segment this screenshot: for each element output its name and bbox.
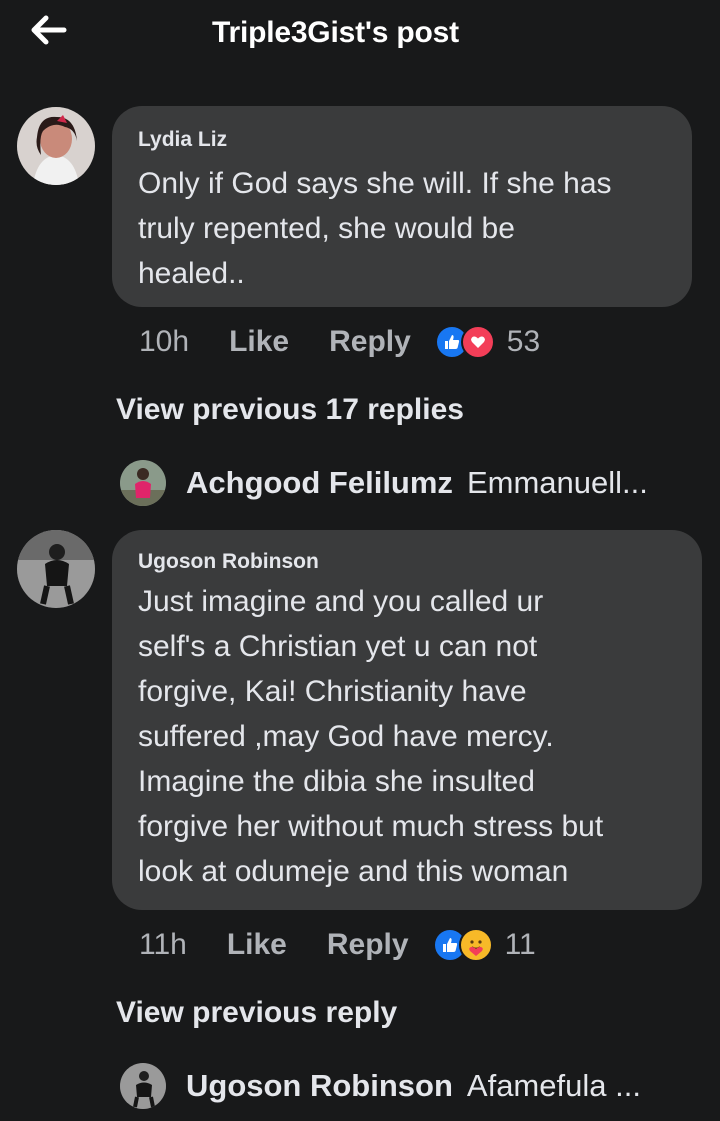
like-button[interactable]: Like [227, 928, 287, 962]
care-icon [458, 928, 493, 962]
reactions[interactable]: 53 [434, 325, 541, 359]
comment-bubble[interactable]: Lydia Liz Only if God says she will. If … [112, 106, 692, 307]
comment-author[interactable]: Ugoson Robinson [138, 550, 319, 574]
view-previous-replies[interactable]: View previous 17 replies [116, 393, 464, 427]
reply-preview[interactable]: Achgood Felilumz Emmanuell... [120, 458, 648, 508]
reply-author[interactable]: Achgood Felilumz [186, 465, 453, 501]
avatar[interactable] [120, 460, 166, 506]
avatar[interactable] [120, 1063, 166, 1109]
reply-button[interactable]: Reply [327, 928, 409, 962]
reply-text-preview: Afamefula ... [466, 1068, 641, 1103]
view-previous-replies[interactable]: View previous reply [116, 996, 397, 1030]
comment-author[interactable]: Lydia Liz [138, 128, 227, 152]
page-title: Triple3Gist's post [212, 16, 459, 49]
comment-text: Just imagine and you called ur self's a … [138, 585, 604, 888]
reaction-count: 53 [506, 325, 541, 358]
reaction-count: 11 [504, 928, 536, 961]
reply-text-preview: Emmanuell... [466, 465, 648, 500]
avatar[interactable] [17, 107, 95, 185]
reply-preview[interactable]: Ugoson Robinson Afamefula ... [120, 1061, 641, 1111]
reply-author[interactable]: Ugoson Robinson [186, 1068, 453, 1104]
love-icon [460, 325, 495, 359]
back-button[interactable] [28, 12, 68, 48]
comment-time[interactable]: 10h [139, 325, 189, 359]
like-button[interactable]: Like [229, 325, 289, 359]
reactions[interactable]: 11 [432, 928, 536, 962]
reply-button[interactable]: Reply [329, 325, 411, 359]
comment-text: Only if God says she will. If she has tr… [138, 167, 612, 290]
top-bar: Triple3Gist's post [0, 0, 720, 70]
comment-actions: 10h Like Reply 53 [139, 322, 540, 362]
avatar[interactable] [17, 530, 95, 608]
comment-bubble[interactable]: Ugoson Robinson Just imagine and you cal… [112, 530, 702, 910]
arrow-left-icon [31, 15, 67, 45]
comment-time[interactable]: 11h [139, 928, 187, 962]
comment-actions: 11h Like Reply 11 [139, 925, 536, 965]
